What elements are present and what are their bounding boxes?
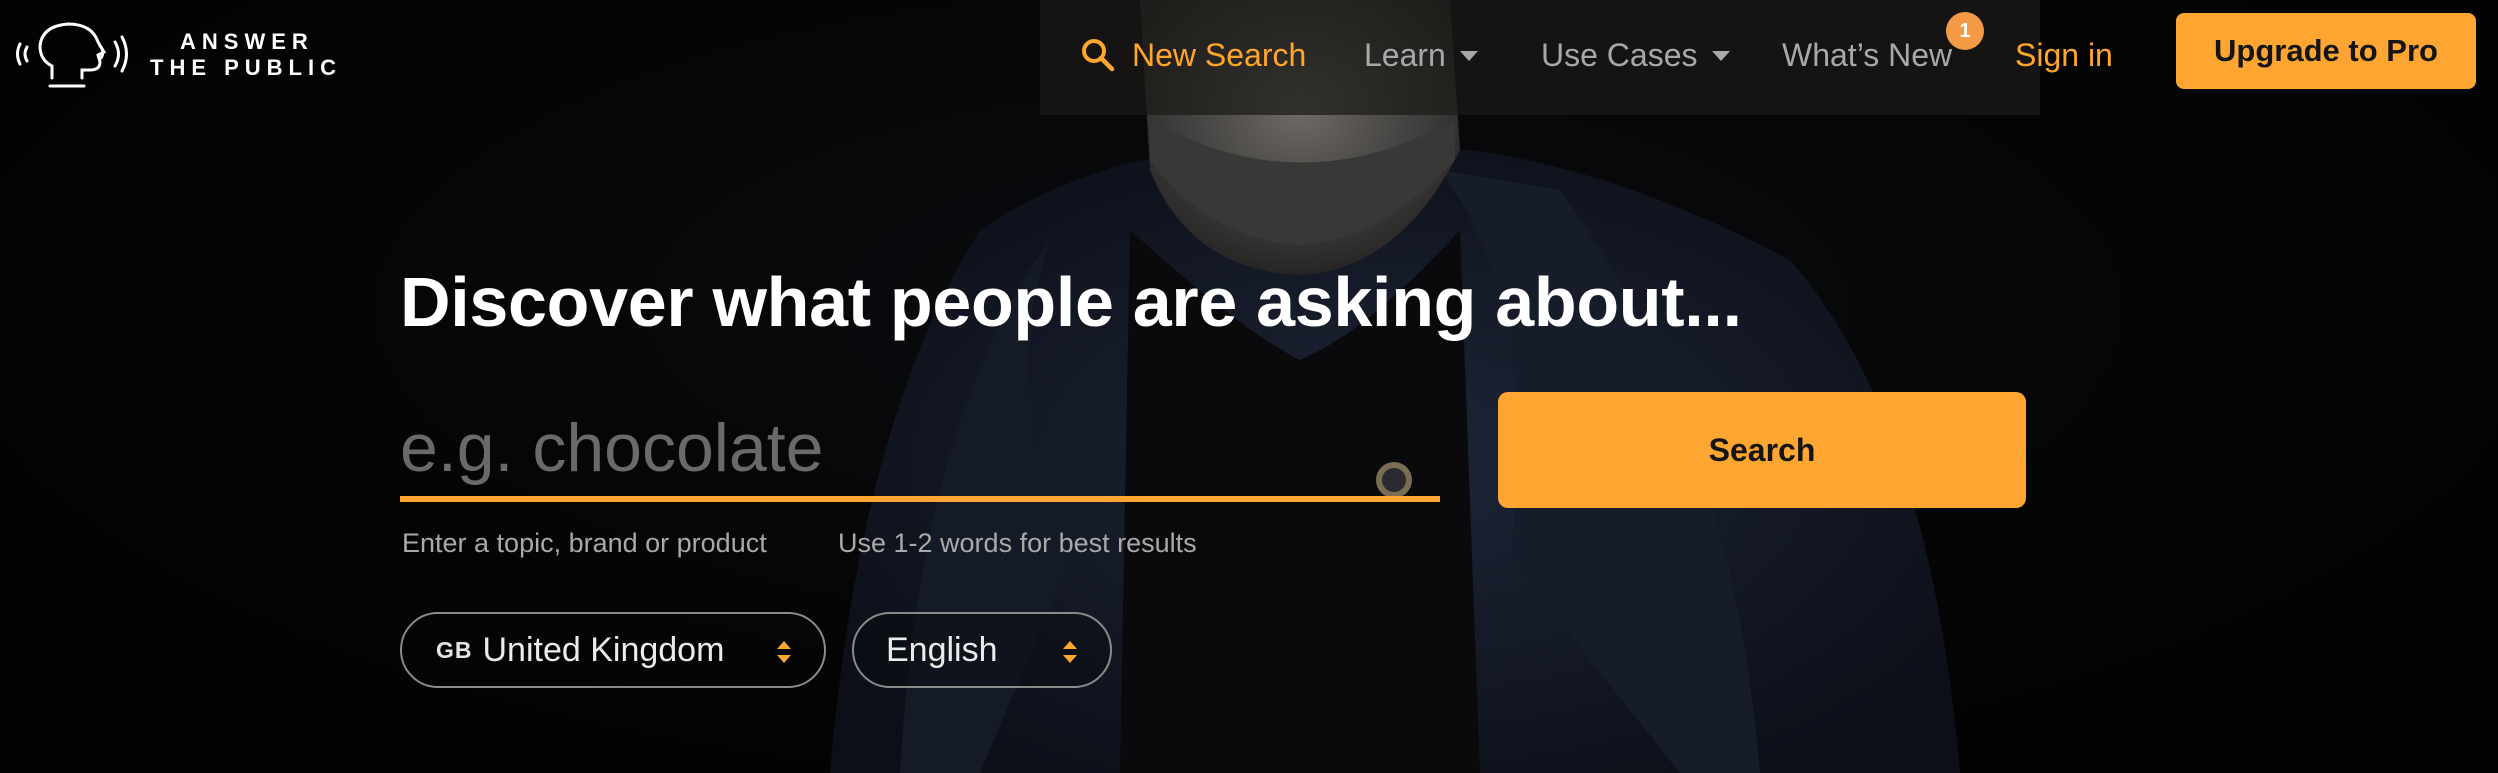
hero-title: Discover what people are asking about... <box>400 263 1742 341</box>
use-cases-label: Use Cases <box>1541 36 1698 73</box>
top-navigation: ANSWER THE PUBLIC New Search Learn Use C… <box>0 0 2498 115</box>
chevron-down-icon <box>1711 51 1730 61</box>
upgrade-label: Upgrade to Pro <box>2214 33 2438 68</box>
country-select[interactable]: GB United Kingdom <box>400 612 826 688</box>
nav-dropdown-learn[interactable]: Learn <box>1364 30 1478 80</box>
country-code: GB <box>436 636 473 663</box>
new-search-label: New Search <box>1132 36 1307 73</box>
logo-line-2: THE PUBLIC <box>150 55 342 80</box>
language-value: English <box>886 630 998 669</box>
notification-badge: 1 <box>1946 12 1984 50</box>
search-hint-words: Use 1-2 words for best results <box>838 528 1197 558</box>
new-search-link[interactable]: New Search <box>1080 30 1306 80</box>
upgrade-to-pro-button[interactable]: Upgrade to Pro <box>2176 13 2476 89</box>
search-button[interactable]: Search <box>1498 392 2026 508</box>
hero-background-photo <box>830 0 1960 773</box>
learn-label: Learn <box>1364 36 1446 73</box>
search-hint-topic: Enter a topic, brand or product <box>402 528 767 558</box>
page: ANSWER THE PUBLIC New Search Learn Use C… <box>0 0 2498 773</box>
logo-text: ANSWER THE PUBLIC <box>150 29 342 81</box>
logo[interactable]: ANSWER THE PUBLIC <box>12 18 342 92</box>
language-select[interactable]: English <box>852 612 1112 688</box>
sign-in-label: Sign in <box>2015 36 2113 73</box>
speaking-head-icon <box>16 22 128 88</box>
chevron-down-icon <box>1459 51 1478 61</box>
sort-updown-icon <box>777 641 791 663</box>
nav-link-whats-new[interactable]: What’s New <box>1782 30 1952 80</box>
nav-dropdown-use-cases[interactable]: Use Cases <box>1541 30 1730 80</box>
whats-new-label: What’s New <box>1782 36 1953 73</box>
search-icon <box>1082 39 1115 72</box>
sign-in-link[interactable]: Sign in <box>2015 30 2113 80</box>
sort-updown-icon <box>1063 641 1077 663</box>
search-input[interactable] <box>400 400 1440 502</box>
search-button-label: Search <box>1708 431 1816 468</box>
country-value: United Kingdom <box>482 630 725 669</box>
logo-line-1: ANSWER <box>180 29 314 54</box>
